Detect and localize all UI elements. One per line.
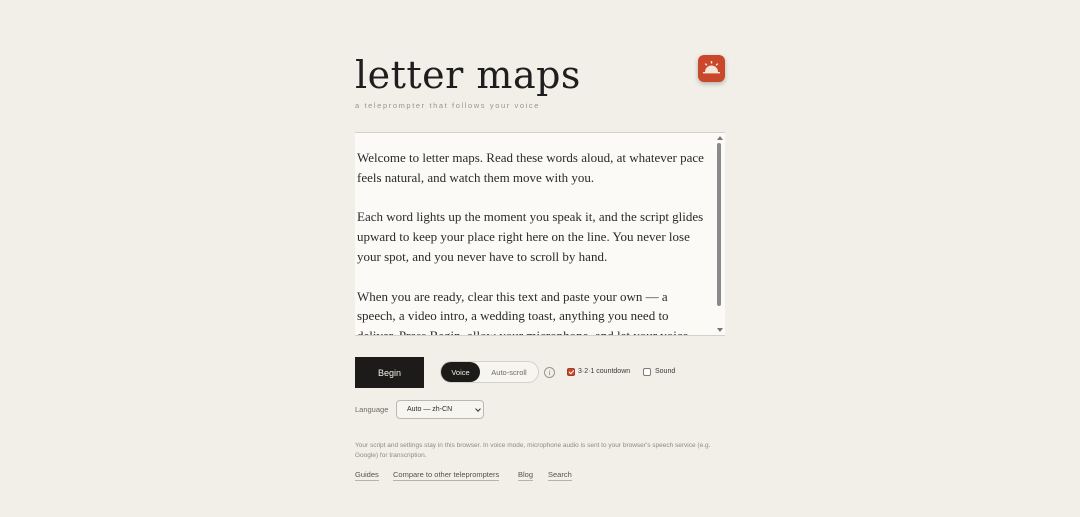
script-paragraph[interactable]: When you are ready, clear this text and … [357, 287, 709, 335]
mode-autoscroll-tab[interactable]: Auto-scroll [480, 362, 538, 382]
begin-button[interactable]: Begin [355, 357, 424, 388]
script-paragraph[interactable]: Welcome to letter maps. Read these words… [357, 148, 709, 188]
main-column: letter maps a teleprompter that follows … [355, 0, 725, 517]
script-text[interactable]: Welcome to letter maps. Read these words… [357, 148, 709, 335]
language-value: Auto — zh-CN [407, 406, 453, 413]
countdown-label[interactable]: 3·2·1 countdown [578, 368, 630, 375]
scrollbar-up-arrow[interactable] [717, 136, 723, 140]
script-editor[interactable]: Welcome to letter maps. Read these words… [355, 133, 725, 336]
language-select[interactable]: Auto — zh-CN [396, 400, 484, 419]
sound-label[interactable]: Sound [655, 368, 675, 375]
sunrise-icon[interactable] [698, 55, 725, 82]
app-tagline: a teleprompter that follows your voice [355, 101, 541, 110]
footer-link-blog[interactable]: Blog [518, 470, 534, 481]
scrollbar-down-arrow[interactable] [717, 328, 723, 332]
footer-link-compare[interactable]: Compare to other teleprompters [393, 470, 500, 481]
chevron-down-icon [475, 406, 481, 412]
script-paragraph[interactable]: Each word lights up the moment you speak… [357, 207, 709, 266]
footer-link-guides[interactable]: Guides [355, 470, 379, 481]
language-label: Language [355, 405, 389, 414]
mode-toggle: Voice Auto-scroll [440, 361, 539, 383]
footer-link-search[interactable]: Search [548, 470, 572, 481]
scrollbar-thumb[interactable] [717, 143, 721, 306]
privacy-note: Your script and settings stay in this br… [355, 442, 711, 459]
app-title: letter maps [355, 53, 581, 97]
countdown-checkbox[interactable] [567, 368, 575, 376]
info-icon[interactable]: i [544, 367, 555, 378]
mode-voice-tab[interactable]: Voice [441, 362, 480, 382]
sound-checkbox[interactable] [643, 368, 651, 376]
